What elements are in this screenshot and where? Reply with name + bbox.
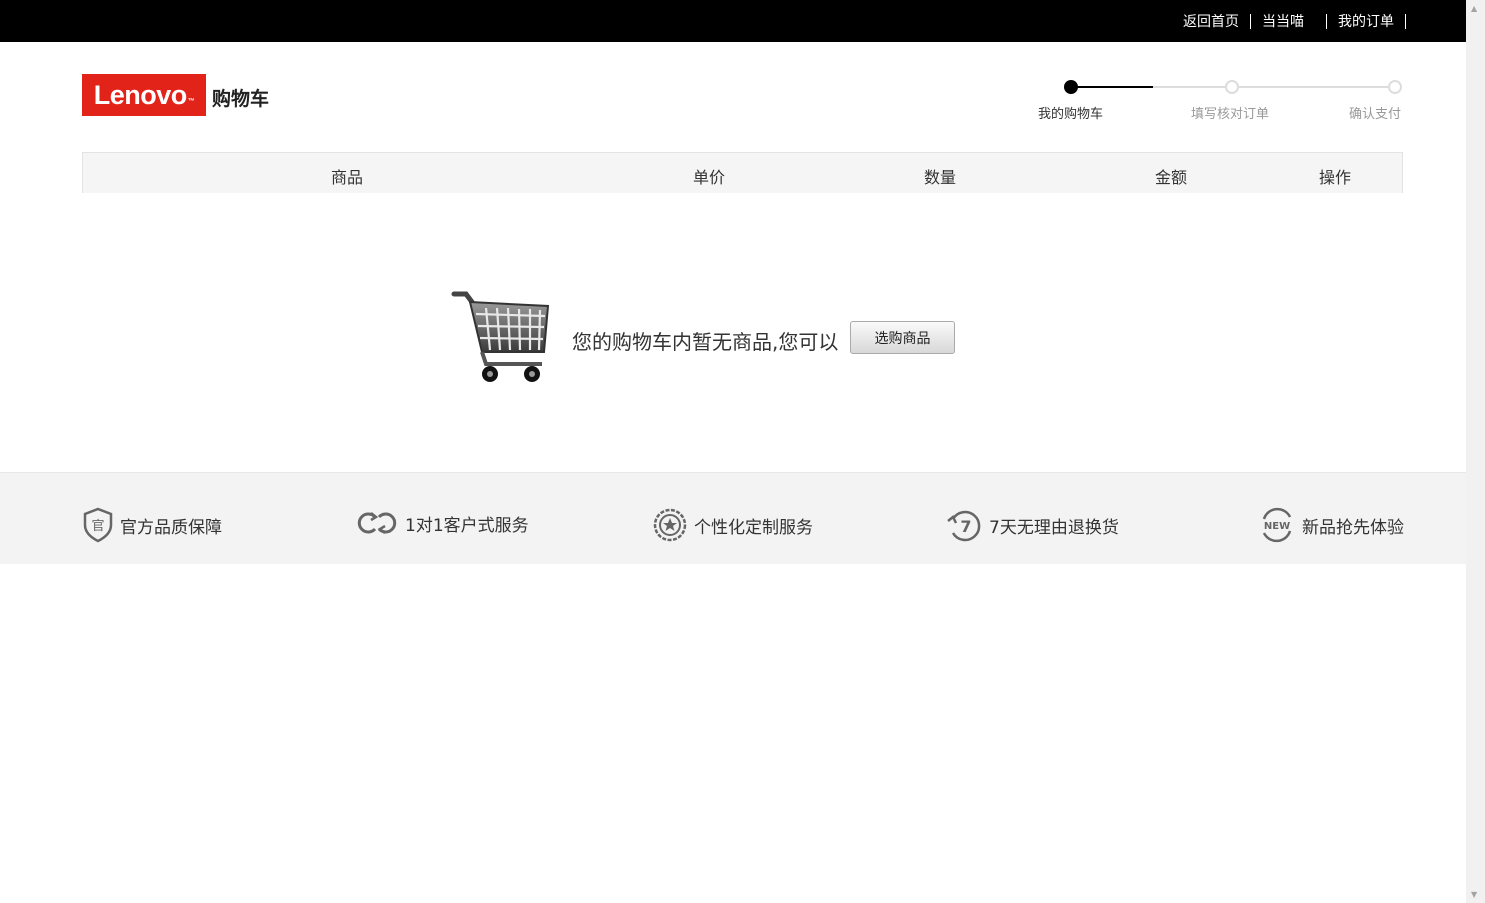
svg-text:7: 7	[960, 517, 971, 536]
col-action: 操作	[1319, 168, 1352, 187]
step-node	[1388, 80, 1402, 94]
service-guarantee-strip: 官 官方品质保障 1对1客户式服务 个性化定制服务 7 7天无理由退换货 NEW…	[0, 472, 1466, 564]
scroll-up-icon[interactable]: ▲	[1471, 4, 1477, 13]
svg-text:官: 官	[91, 518, 104, 534]
step-node-active	[1064, 80, 1078, 94]
service-label: 新品抢先体验	[1302, 517, 1404, 538]
service-item-return: 7 7天无理由退换货	[945, 507, 1119, 543]
shield-icon: 官	[83, 507, 113, 543]
progress-line-done	[1071, 86, 1153, 88]
empty-cart-message: 您的购物车内暂无商品,您可以	[572, 330, 839, 354]
seven-day-return-icon: 7	[947, 510, 981, 542]
step-node	[1225, 80, 1239, 94]
service-item-one-to-one: 1对1客户式服务	[357, 507, 529, 539]
dangdang-link[interactable]: 当当喵	[1251, 11, 1326, 31]
top-nav-links: 返回首页 当当喵 我的订单	[1172, 11, 1406, 31]
home-link[interactable]: 返回首页	[1172, 11, 1250, 31]
one-to-one-icon	[357, 512, 397, 534]
star-badge-icon	[653, 508, 687, 542]
col-product: 商品	[331, 168, 364, 187]
step-label-payment: 确认支付	[1349, 107, 1402, 122]
scroll-down-icon[interactable]: ▼	[1471, 890, 1477, 899]
service-label: 个性化定制服务	[694, 517, 813, 538]
progress-line-pending	[1153, 86, 1395, 88]
nav-separator	[1405, 13, 1406, 29]
top-nav-bar: 返回首页 当当喵 我的订单	[0, 0, 1466, 42]
service-label: 1对1客户式服务	[405, 515, 529, 536]
checkout-progress: 我的购物车 填写核对订单 确认支付	[1030, 78, 1410, 128]
service-item-quality: 官 官方品质保障	[82, 507, 222, 543]
logo-text: Lenovo	[93, 79, 188, 110]
new-icon: NEW	[1262, 507, 1292, 543]
my-orders-link[interactable]: 我的订单	[1327, 11, 1405, 31]
service-label: 7天无理由退换货	[989, 517, 1119, 538]
col-unit-price: 单价	[693, 168, 726, 187]
col-quantity: 数量	[924, 168, 957, 187]
step-label-order: 填写核对订单	[1191, 107, 1270, 122]
svg-text:NEW: NEW	[1264, 521, 1290, 532]
shopping-cart-icon	[451, 291, 550, 382]
vertical-scrollbar[interactable]: ▲ ▼	[1466, 0, 1485, 903]
empty-cart-panel: 您的购物车内暂无商品,您可以 选购商品	[450, 288, 970, 388]
page-title: 购物车	[212, 88, 270, 110]
shop-products-button[interactable]: 选购商品	[850, 321, 955, 354]
service-item-customize: 个性化定制服务	[652, 507, 813, 543]
cart-table-header: 商品 单价 数量 金额 操作	[82, 152, 1403, 193]
service-label: 官方品质保障	[120, 517, 222, 538]
col-amount: 金额	[1155, 168, 1188, 187]
service-item-new: NEW 新品抢先体验	[1258, 507, 1404, 543]
lenovo-logo[interactable]: Lenovo ™	[82, 74, 206, 116]
step-label-cart: 我的购物车	[1038, 107, 1104, 122]
